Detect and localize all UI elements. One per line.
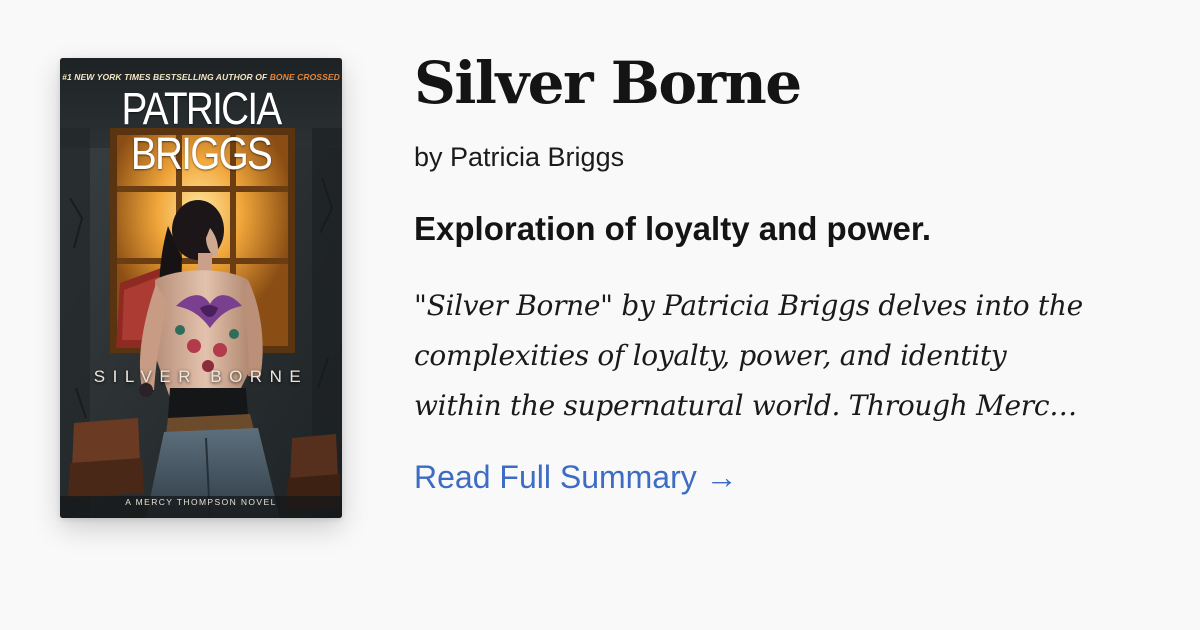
read-full-summary-link[interactable]: Read Full Summary → bbox=[414, 459, 738, 496]
summary-line: within the supernatural world. Through M… bbox=[414, 389, 1077, 422]
cover-tagline-prefix: #1 NEW YORK TIMES BESTSELLING AUTHOR OF bbox=[62, 72, 270, 82]
book-cover: #1 NEW YORK TIMES BESTSELLING AUTHOR OF … bbox=[60, 58, 342, 518]
cover-author: PATRICIA BRIGGS bbox=[121, 83, 283, 179]
summary-line: "Silver Borne" by Patricia Briggs delves… bbox=[414, 289, 1083, 322]
book-tagline: Exploration of loyalty and power. bbox=[414, 210, 932, 247]
cover-series: A MERCY THOMPSON NOVEL bbox=[125, 497, 277, 507]
summary-line: complexities of loyalty, power, and iden… bbox=[414, 339, 1007, 372]
book-title: Silver Borne bbox=[414, 49, 802, 117]
cover-book-title: SILVER BORNE bbox=[93, 367, 309, 386]
book-summary: "Silver Borne" by Patricia Briggs delves… bbox=[414, 281, 1154, 431]
cover-tagline-book: BONE CROSSED bbox=[269, 72, 340, 82]
book-author-byline: by Patricia Briggs bbox=[414, 142, 625, 172]
cover-tagline: #1 NEW YORK TIMES BESTSELLING AUTHOR OF … bbox=[60, 72, 342, 82]
